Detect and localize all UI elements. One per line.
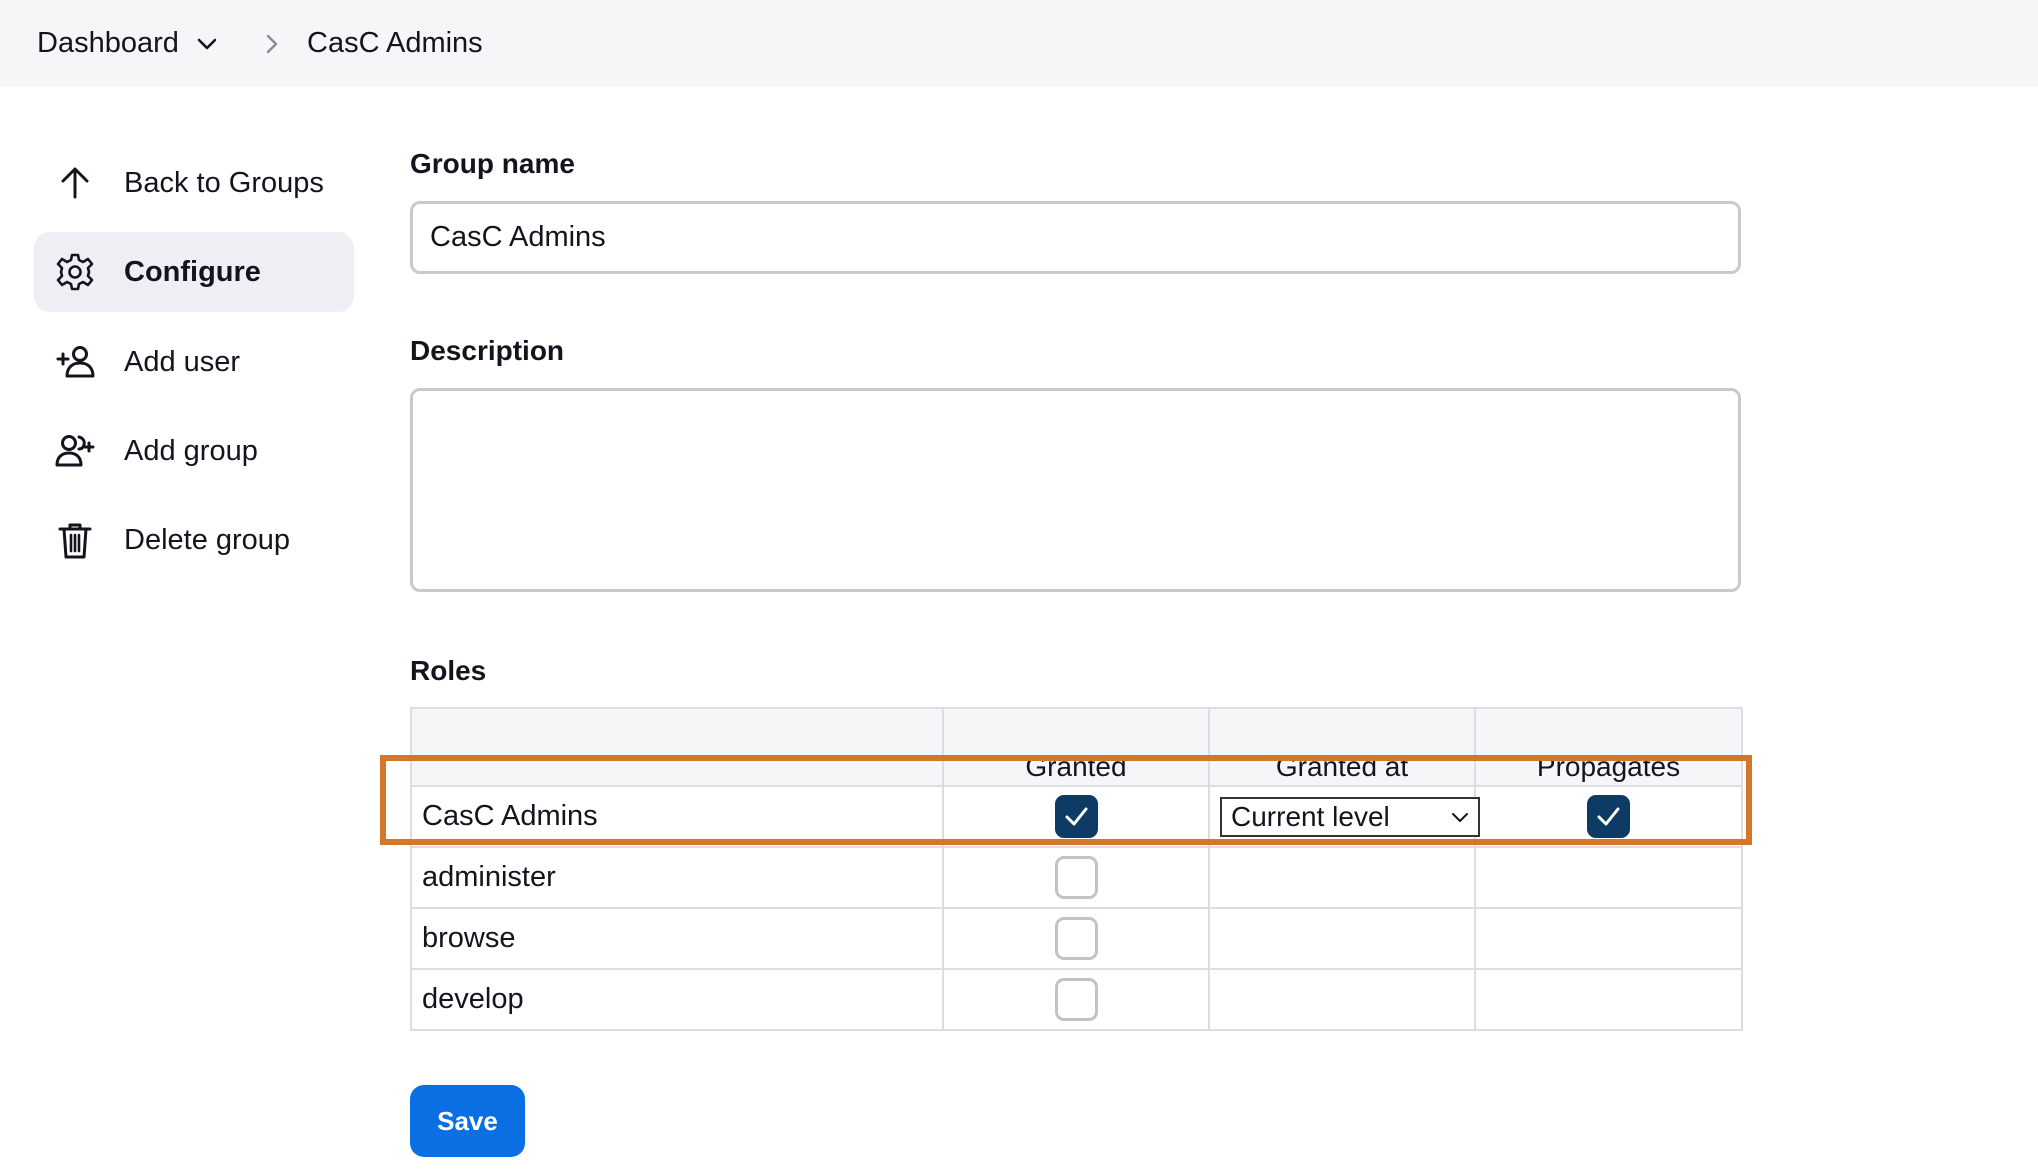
trash-icon <box>58 523 92 559</box>
table-row: CasC Admins Current level <box>410 785 1743 848</box>
sidebar-item-label: Add group <box>124 434 258 467</box>
granted-checkbox[interactable] <box>1054 917 1098 960</box>
breadcrumb-current[interactable]: CasC Admins <box>307 0 483 87</box>
sidebar-item-label: Add user <box>124 345 241 378</box>
add-user-icon <box>56 346 95 378</box>
column-header-granted-at: Granted at <box>1208 707 1476 787</box>
granted-at-select[interactable]: Current level <box>1220 796 1480 837</box>
table-row: develop <box>410 968 1743 1031</box>
table-header-row: Granted Granted at Propagates <box>410 707 1743 787</box>
sidebar-item-back-to-groups[interactable]: Back to Groups <box>34 143 354 223</box>
column-header-propagates: Propagates <box>1474 707 1743 787</box>
arrow-up-icon <box>61 167 89 199</box>
chevron-down-icon <box>1452 812 1468 822</box>
chevron-right-icon <box>266 34 278 54</box>
sidebar-item-label: Configure <box>124 255 261 288</box>
chevron-down-icon[interactable] <box>193 30 221 58</box>
granted-checkbox[interactable] <box>1054 856 1098 899</box>
check-icon <box>1597 807 1620 826</box>
save-button[interactable]: Save <box>410 1085 525 1157</box>
sidebar-item-delete-group[interactable]: Delete group <box>34 500 354 580</box>
granted-at-selected-value: Current level <box>1231 800 1390 832</box>
table-row: administer <box>410 846 1743 909</box>
sidebar-item-add-group[interactable]: Add group <box>34 411 354 491</box>
group-name-label: Group name <box>410 148 575 179</box>
description-textarea[interactable] <box>410 388 1741 592</box>
table-row: browse <box>410 907 1743 970</box>
sidebar-item-configure[interactable]: Configure <box>34 232 354 312</box>
sidebar-item-label: Delete group <box>124 523 291 556</box>
propagates-checkbox[interactable] <box>1587 795 1630 838</box>
sidebar-item-add-user[interactable]: Add user <box>34 322 354 402</box>
group-name-input[interactable] <box>410 201 1741 274</box>
gear-icon <box>56 253 94 291</box>
breadcrumb-dashboard-link[interactable]: Dashboard <box>37 0 179 87</box>
roles-label: Roles <box>410 655 487 686</box>
sidebar-item-label: Back to Groups <box>124 166 324 199</box>
role-name: CasC Admins <box>410 785 944 848</box>
role-name: administer <box>410 846 944 909</box>
description-label: Description <box>410 335 565 366</box>
column-header-role <box>410 707 944 787</box>
granted-checkbox[interactable] <box>1054 978 1098 1021</box>
granted-checkbox[interactable] <box>1054 795 1098 838</box>
role-name: develop <box>410 968 944 1031</box>
check-icon <box>1065 807 1087 826</box>
column-header-granted: Granted <box>942 707 1210 787</box>
roles-table: Granted Granted at Propagates CasC Admin… <box>410 707 1743 1031</box>
role-name: browse <box>410 907 944 970</box>
add-group-icon <box>55 435 95 467</box>
breadcrumb: Dashboard CasC Admins <box>0 0 2038 87</box>
